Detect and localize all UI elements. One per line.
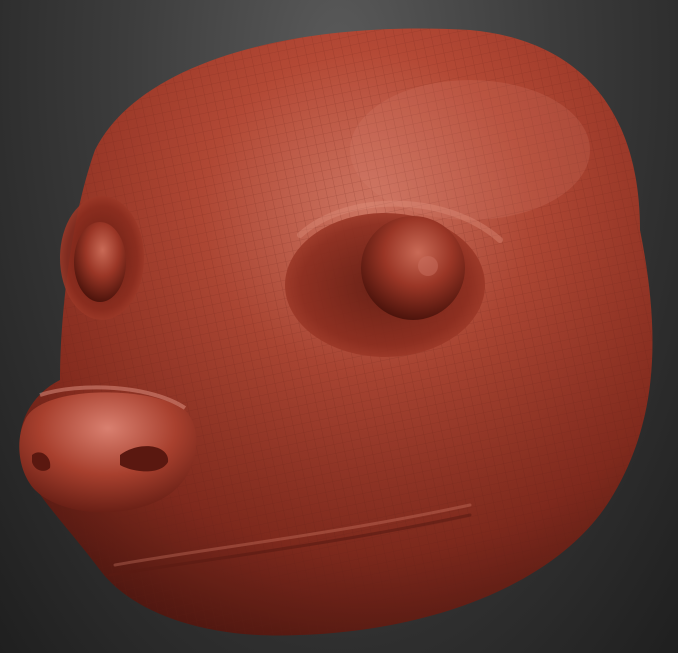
right-eye-pupil bbox=[418, 256, 438, 276]
right-eyeball[interactable] bbox=[361, 216, 465, 320]
cheek-highlight bbox=[350, 80, 590, 220]
left-eyeball[interactable] bbox=[74, 222, 126, 302]
head-model[interactable] bbox=[0, 0, 678, 653]
sculpt-viewport[interactable] bbox=[0, 0, 678, 653]
